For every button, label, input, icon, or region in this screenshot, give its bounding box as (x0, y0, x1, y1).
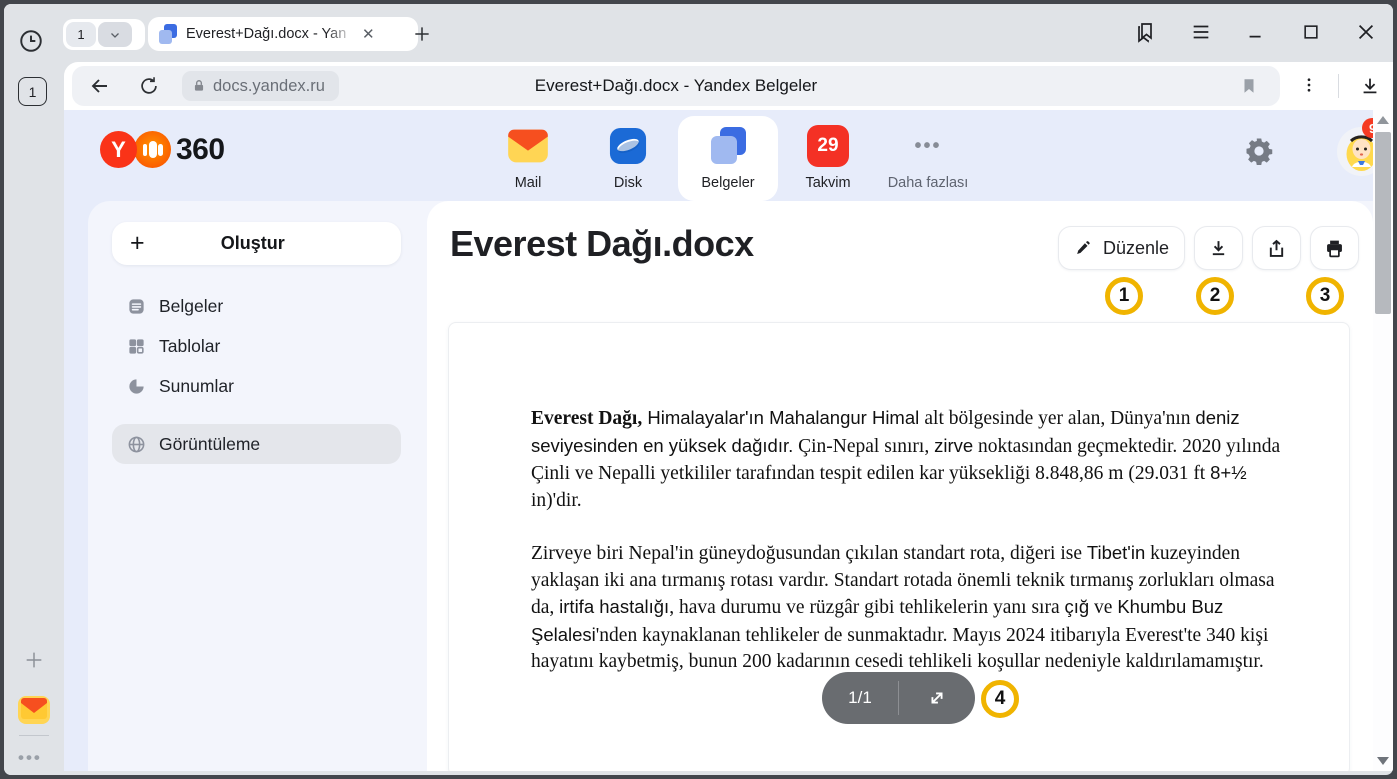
docs-favicon (158, 24, 178, 44)
download-button[interactable] (1194, 226, 1243, 270)
create-button[interactable]: + Oluştur (112, 222, 401, 265)
document-text: Everest Dağı, Himalayalar'ın Mahalangur … (531, 405, 1283, 702)
mail-icon (506, 124, 550, 168)
download-icon (1208, 238, 1229, 259)
url-chip[interactable]: docs.yandex.ru (182, 71, 339, 101)
paragraph-1: Everest Dağı, Himalayalar'ın Mahalangur … (531, 405, 1283, 514)
yandex-y-icon: Y (100, 131, 137, 168)
sidebar-item-belgeler[interactable]: Belgeler (112, 286, 401, 326)
fullscreen-button[interactable] (899, 687, 975, 709)
settings-gear-icon[interactable] (1244, 136, 1274, 166)
history-icon[interactable] (18, 28, 44, 54)
grid-icon (126, 336, 146, 356)
share-icon (1266, 238, 1287, 259)
sidebar-item-tablolar[interactable]: Tablolar (112, 326, 401, 366)
scroll-up-icon[interactable] (1377, 116, 1389, 124)
close-button[interactable] (1352, 18, 1380, 46)
annotation-1: 1 (1105, 277, 1143, 315)
scrollbar-thumb[interactable] (1375, 132, 1391, 314)
address-bar[interactable]: docs.yandex.ru Everest+Dağı.docx - Yande… (72, 66, 1280, 106)
new-tab-button[interactable] (409, 21, 435, 47)
back-icon[interactable] (88, 74, 112, 98)
reload-icon[interactable] (138, 75, 160, 97)
maximize-button[interactable] (1297, 18, 1325, 46)
calendar-icon: 29 (806, 124, 850, 168)
sidebar-nav: Belgeler Tablolar Sunumlar (112, 286, 401, 464)
toolbar-menu-icon[interactable] (1296, 72, 1322, 98)
expand-icon (926, 687, 948, 709)
globe-icon (126, 434, 146, 454)
bookmark-flag-icon[interactable] (1240, 76, 1258, 96)
docs-icon (706, 124, 750, 168)
printer-icon (1324, 238, 1345, 259)
annotation-3: 3 (1306, 277, 1344, 315)
pencil-icon (1074, 239, 1093, 258)
print-button[interactable] (1310, 226, 1359, 270)
share-button[interactable] (1252, 226, 1301, 270)
annotation-2: 2 (1196, 277, 1234, 315)
sidebar-item-sunumlar[interactable]: Sunumlar (112, 366, 401, 406)
brand-text: 360 (176, 133, 225, 167)
tab-title: Everest+Dağı.docx - Yan (186, 26, 354, 42)
sidebar-item-goruntuleme[interactable]: Görüntüleme (112, 424, 401, 464)
page-scrollbar[interactable] (1373, 110, 1393, 771)
minimize-button[interactable] (1242, 18, 1270, 46)
edit-button[interactable]: Düzenle (1058, 226, 1185, 270)
chevron-down-icon[interactable] (98, 22, 132, 47)
annotation-4: 4 (981, 680, 1019, 718)
paragraph-2: Zirveye biri Nepal'in güneydoğusundan çı… (531, 540, 1283, 676)
services-nav: Mail Disk Belgeler (478, 116, 978, 201)
nav-item-more[interactable]: ••• Daha fazlası (878, 116, 978, 201)
yandex-docs-page: Y 360 Mail (64, 110, 1373, 771)
lock-icon (192, 78, 206, 94)
plus-icon: + (130, 231, 145, 256)
document-actions: Düzenle (1058, 226, 1359, 270)
nav-item-takvim[interactable]: 29 Takvim (778, 116, 878, 201)
mail-app-icon[interactable] (16, 692, 52, 728)
document-title: Everest Dağı.docx (450, 223, 754, 265)
browser-side-strip: 1 ••• (4, 62, 64, 775)
url-text: docs.yandex.ru (213, 77, 325, 96)
page-count: 1/1 (822, 688, 898, 708)
document-icon (126, 296, 146, 316)
browser-window: 1 Everest+Dağı.docx - Yan ✕ (4, 4, 1393, 775)
strip-divider (19, 735, 49, 736)
tab-everest[interactable]: Everest+Dağı.docx - Yan ✕ (148, 17, 418, 51)
toolbar-divider (1338, 74, 1339, 98)
strip-more-icon[interactable]: ••• (18, 748, 42, 768)
browser-toolbar: docs.yandex.ru Everest+Dağı.docx - Yande… (64, 62, 1393, 110)
tab-strip: 1 Everest+Dağı.docx - Yan ✕ (4, 4, 1393, 62)
nav-item-belgeler[interactable]: Belgeler (678, 116, 778, 201)
sidebar-add-icon[interactable] (21, 647, 47, 673)
tab-group-count[interactable]: 1 (66, 22, 96, 47)
pie-chart-icon (126, 376, 146, 396)
page-indicator[interactable]: 1/1 (822, 672, 975, 724)
disk-icon (606, 124, 650, 168)
scroll-down-icon[interactable] (1377, 757, 1389, 765)
downloads-icon[interactable] (1356, 72, 1384, 100)
tab-close-icon[interactable]: ✕ (362, 27, 375, 42)
tab-counter-button[interactable]: 1 (18, 77, 47, 106)
nav-item-mail[interactable]: Mail (478, 116, 578, 201)
y360-o-icon (134, 131, 171, 168)
bookmarks-panel-icon[interactable] (1132, 18, 1160, 46)
y360-logo[interactable]: Y 360 (100, 131, 225, 168)
more-dots-icon: ••• (906, 124, 950, 168)
nav-item-disk[interactable]: Disk (578, 116, 678, 201)
browser-menu-icon[interactable] (1187, 18, 1215, 46)
tab-group[interactable]: 1 (63, 19, 145, 50)
